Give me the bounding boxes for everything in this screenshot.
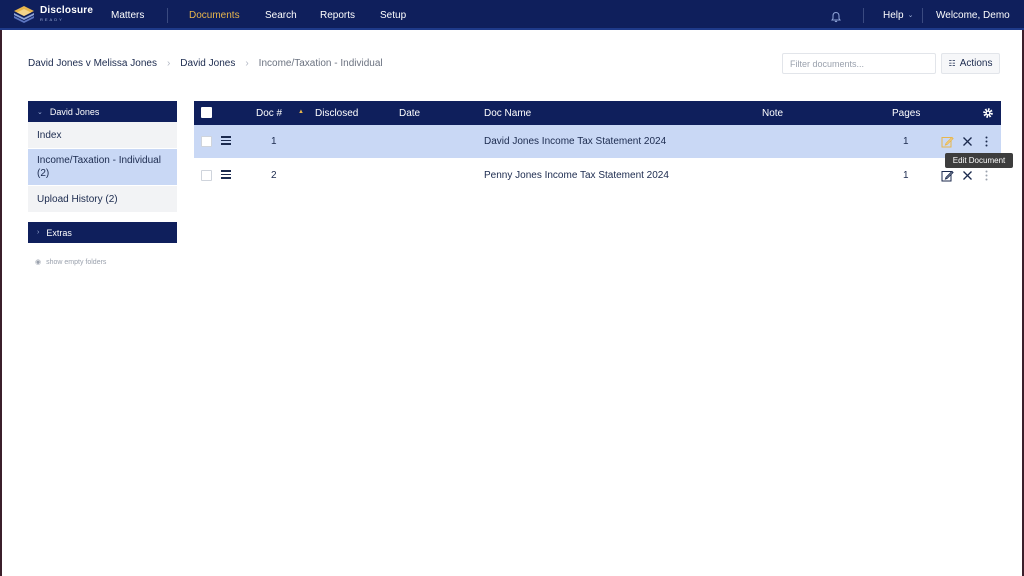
show-empty-label: show empty folders — [46, 258, 107, 266]
sidebar-item-upload-history[interactable]: Upload History (2) — [28, 186, 177, 212]
folder-group-extras[interactable]: › Extras — [28, 222, 177, 243]
actions-label: Actions — [959, 58, 993, 69]
top-navbar: Disclosure READY Matters Documents Searc… — [0, 0, 1024, 30]
help-label: Help — [883, 10, 904, 21]
breadcrumb-matter[interactable]: David Jones v Melissa Jones — [28, 58, 157, 69]
folder-group-label: David Jones — [49, 106, 100, 117]
breadcrumb: David Jones v Melissa Jones › David Jone… — [28, 58, 383, 69]
nav-reports[interactable]: Reports — [320, 10, 355, 22]
app-logo[interactable]: Disclosure READY — [12, 4, 93, 24]
chevron-right-icon: › — [245, 58, 249, 69]
nav-setup[interactable]: Setup — [380, 10, 406, 22]
nav-divider — [167, 8, 168, 23]
chevron-right-icon: › — [166, 58, 171, 69]
nav-divider — [863, 8, 864, 23]
more-options-icon[interactable] — [980, 169, 993, 182]
nav-search[interactable]: Search — [265, 10, 297, 22]
cell-doc-name[interactable]: David Jones Income Tax Statement 2024 — [484, 136, 666, 148]
breadcrumb-folder: Income/Taxation - Individual — [258, 58, 383, 69]
sidebar-item-income-taxation[interactable]: Income/Taxation - Individual (2) — [28, 149, 177, 185]
chevron-down-icon: ⌄ — [907, 12, 914, 19]
row-checkbox[interactable] — [201, 170, 212, 181]
edit-icon[interactable] — [941, 135, 954, 148]
table-row[interactable]: 2 Penny Jones Income Tax Statement 2024 … — [194, 159, 1001, 192]
nav-divider — [922, 8, 923, 23]
column-date[interactable]: Date — [399, 108, 420, 119]
column-doc-name[interactable]: Doc Name — [484, 108, 531, 119]
folder-group-david-jones[interactable]: ⌄ David Jones — [28, 101, 177, 122]
sidebar-item-index[interactable]: Index — [28, 122, 177, 148]
cell-pages: 1 — [903, 136, 909, 147]
help-menu[interactable]: Help ⌄ — [883, 10, 913, 21]
user-menu[interactable]: Welcome, Demo — [936, 10, 1010, 21]
chevron-right-icon: › — [37, 229, 40, 236]
drag-handle-icon[interactable] — [221, 170, 231, 179]
logo-title: Disclosure — [40, 5, 94, 16]
delete-icon[interactable] — [961, 169, 974, 182]
window-edge-left — [0, 0, 2, 576]
cell-doc-num: 2 — [271, 170, 277, 181]
logo-icon — [12, 4, 36, 24]
sort-ascending-icon[interactable]: ▲ — [298, 109, 304, 115]
column-doc-num[interactable]: Doc # — [256, 108, 282, 119]
actions-button[interactable]: ☷ Actions — [941, 53, 1000, 74]
cell-doc-name[interactable]: Penny Jones Income Tax Statement 2024 — [484, 170, 669, 182]
logo-subtitle: READY — [40, 17, 64, 22]
column-pages[interactable]: Pages — [892, 108, 920, 119]
filter-documents-input[interactable] — [782, 53, 936, 74]
show-empty-folders-toggle[interactable]: ◉ show empty folders — [35, 258, 107, 267]
delete-icon[interactable] — [961, 135, 974, 148]
edit-document-tooltip: Edit Document — [945, 153, 1013, 168]
breadcrumb-party[interactable]: David Jones — [180, 58, 235, 69]
folder-group-label: Extras — [46, 227, 72, 238]
row-checkbox[interactable] — [201, 136, 212, 147]
column-note[interactable]: Note — [762, 108, 783, 119]
sidebar-item-label: Index — [37, 129, 62, 141]
column-disclosed[interactable]: Disclosed — [315, 108, 358, 119]
cell-pages: 1 — [903, 170, 909, 181]
edit-icon[interactable] — [941, 169, 954, 182]
documents-table-header: Doc # ▲ Disclosed Date Doc Name Note Pag… — [194, 101, 1001, 125]
chevron-down-icon: ⌄ — [37, 108, 43, 116]
table-row[interactable]: 1 David Jones Income Tax Statement 2024 … — [194, 125, 1001, 158]
gear-icon[interactable] — [982, 107, 994, 119]
select-all-checkbox[interactable] — [201, 107, 212, 118]
sidebar-item-label: Upload History (2) — [37, 193, 118, 205]
sidebar-item-label: Income/Taxation - Individual (2) — [37, 155, 161, 179]
more-options-icon[interactable] — [980, 135, 993, 148]
grid-icon: ☷ — [948, 59, 956, 68]
drag-handle-icon[interactable] — [221, 136, 231, 145]
notifications-bell-icon[interactable] — [830, 10, 842, 23]
nav-matters[interactable]: Matters — [111, 10, 144, 22]
eye-icon: ◉ — [35, 259, 42, 266]
nav-documents[interactable]: Documents — [189, 10, 240, 22]
cell-doc-num: 1 — [271, 136, 277, 147]
